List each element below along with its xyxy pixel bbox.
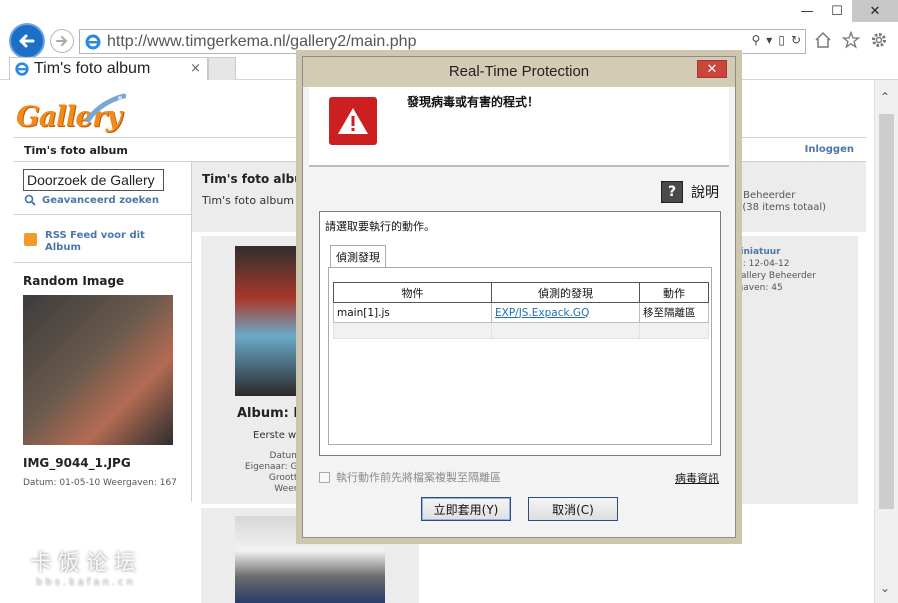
cancel-button[interactable]: 取消(C) (528, 497, 618, 521)
address-bar[interactable]: http://www.timgerkema.nl/gallery2/main.p… (79, 29, 806, 54)
dialog-close-button[interactable]: ✕ (697, 60, 727, 78)
sidebar-divider (14, 262, 192, 263)
compat-icon[interactable]: ▯ (778, 33, 785, 47)
dialog-headline: 發現病毒或有害的程式！ (407, 95, 540, 109)
dialog-titlebar[interactable]: Real-Time Protection ✕ (303, 57, 735, 87)
detection-link[interactable]: EXP/JS.Expack.GQ (495, 307, 589, 319)
random-image-meta: Datum: 01-05-10 Weergaven: 167 (23, 478, 177, 488)
checkbox-box[interactable] (319, 471, 330, 483)
album-name[interactable]: Album: E (237, 406, 302, 421)
watermark-logo: 卡饭论坛 (30, 551, 143, 576)
scroll-up-icon[interactable]: ⌃ (880, 90, 890, 104)
dialog-title: Real-Time Protection (448, 63, 590, 80)
dropdown-icon[interactable]: ▾ (766, 33, 772, 47)
album-meta: Datum: Eigenaar: Ga Grootte Weerg (244, 451, 303, 494)
action-prompt: 請選取要執行的動作。 (325, 220, 435, 233)
tab-close-icon[interactable]: × (190, 61, 201, 76)
url-text: http://www.timgerkema.nl/gallery2/main.p… (107, 32, 417, 50)
rss-icon (24, 233, 37, 246)
help-icon: ? (661, 181, 683, 203)
action-panel: 請選取要執行的動作。 偵測發現 物件 偵測的發現 動作 main[1].js E… (319, 211, 721, 456)
gear-icon[interactable] (870, 31, 888, 49)
column-header-detection[interactable]: 偵測的發現 (491, 282, 640, 303)
random-image-thumbnail[interactable] (23, 295, 173, 445)
checkbox-label: 執行動作前先將檔案複製至隔離區 (336, 471, 501, 484)
scroll-down-icon[interactable]: ⌄ (880, 581, 890, 595)
table-row[interactable]: main[1].js EXP/JS.Expack.GQ 移至隔離區 (333, 302, 709, 323)
home-icon[interactable] (814, 31, 832, 49)
table-row-empty (333, 322, 709, 339)
virus-info-link[interactable]: 病毒資訊 (675, 470, 719, 486)
gallery-search-input[interactable]: Doorzoek de Gallery (23, 169, 164, 191)
forward-arrow-icon (56, 36, 68, 46)
refresh-icon[interactable]: ↻ (791, 33, 801, 47)
watermark-url: bbs.kafan.cn (36, 577, 136, 588)
dialog-banner: 發現病毒或有害的程式！ (309, 87, 729, 167)
maximize-button[interactable]: ☐ (822, 0, 852, 22)
advanced-search-link[interactable]: Geavanceerd zoeken (24, 194, 159, 206)
item-title[interactable]: niniatuur (734, 247, 781, 257)
login-link[interactable]: Inloggen (805, 144, 854, 155)
cell-action[interactable]: 移至隔離區 (639, 302, 709, 323)
realtime-protection-dialog: Real-Time Protection ✕ 發現病毒或有害的程式！ ? 說明 … (302, 56, 736, 538)
forward-button[interactable] (50, 29, 74, 53)
rss-label-2: Album (45, 242, 81, 253)
item-info: niniatuur m: 12-04-12 Gallery Beheerder … (734, 247, 816, 293)
random-image-name[interactable]: IMG_9044_1.JPG (23, 456, 131, 470)
album-description: Tim's foto album (202, 194, 295, 207)
rss-label: RSS Feed voor dit (45, 230, 145, 241)
watermark: 卡饭论坛 bbs.kafan.cn (30, 545, 142, 588)
help-label: 說明 (691, 185, 719, 201)
window-controls: — ☐ ✕ (792, 0, 898, 24)
logo-swoosh-icon (86, 93, 126, 122)
album-thumbnail[interactable] (235, 246, 301, 396)
ie-logo-icon (15, 62, 29, 76)
ie-logo-icon (85, 34, 101, 49)
minimize-button[interactable]: — (792, 0, 822, 22)
random-image-title: Random Image (23, 274, 125, 288)
sidebar: Doorzoek de Gallery Geavanceerd zoeken R… (14, 162, 192, 502)
detections-tab-body: 物件 偵測的發現 動作 main[1].js EXP/JS.Expack.GQ … (328, 267, 712, 445)
sidebar-divider (14, 214, 192, 215)
apply-now-button[interactable]: 立即套用(Y) (421, 497, 511, 521)
new-tab-button[interactable] (208, 57, 236, 80)
back-button[interactable] (9, 23, 45, 59)
warning-icon (329, 97, 377, 145)
album-info: 0 y Beheerder s (38 items totaal) (734, 178, 827, 213)
help-link[interactable]: ? 說明 (661, 181, 719, 203)
scrollbar-thumb[interactable] (879, 114, 894, 509)
album-subtitle: Eerste we (253, 430, 303, 441)
column-header-object[interactable]: 物件 (333, 282, 492, 303)
column-header-action[interactable]: 動作 (639, 282, 709, 303)
search-icon (24, 194, 36, 206)
detections-table: 物件 偵測的發現 動作 main[1].js EXP/JS.Expack.GQ … (333, 282, 709, 339)
back-arrow-icon (19, 34, 35, 48)
page-scrollbar[interactable]: ⌃ ⌄ (874, 80, 898, 603)
search-icon[interactable]: ⚲ (752, 33, 761, 47)
album-title: Tim's foto album (202, 172, 316, 186)
star-icon[interactable] (842, 31, 860, 49)
browser-tab[interactable]: Tim's foto album × (9, 57, 208, 80)
gallery-logo[interactable]: Gallery (16, 92, 126, 138)
copy-to-quarantine-checkbox[interactable]: 執行動作前先將檔案複製至隔離區 (319, 469, 501, 485)
tab-detections[interactable]: 偵測發現 (330, 245, 386, 267)
advanced-search-label: Geavanceerd zoeken (42, 194, 159, 206)
cell-object: main[1].js (333, 302, 492, 323)
rss-feed-link[interactable]: RSS Feed voor dit Album (24, 230, 145, 254)
tab-title: Tim's foto album (34, 60, 151, 77)
window-close-button[interactable]: ✕ (852, 0, 898, 22)
album-bar-title: Tim's foto album (24, 144, 128, 157)
